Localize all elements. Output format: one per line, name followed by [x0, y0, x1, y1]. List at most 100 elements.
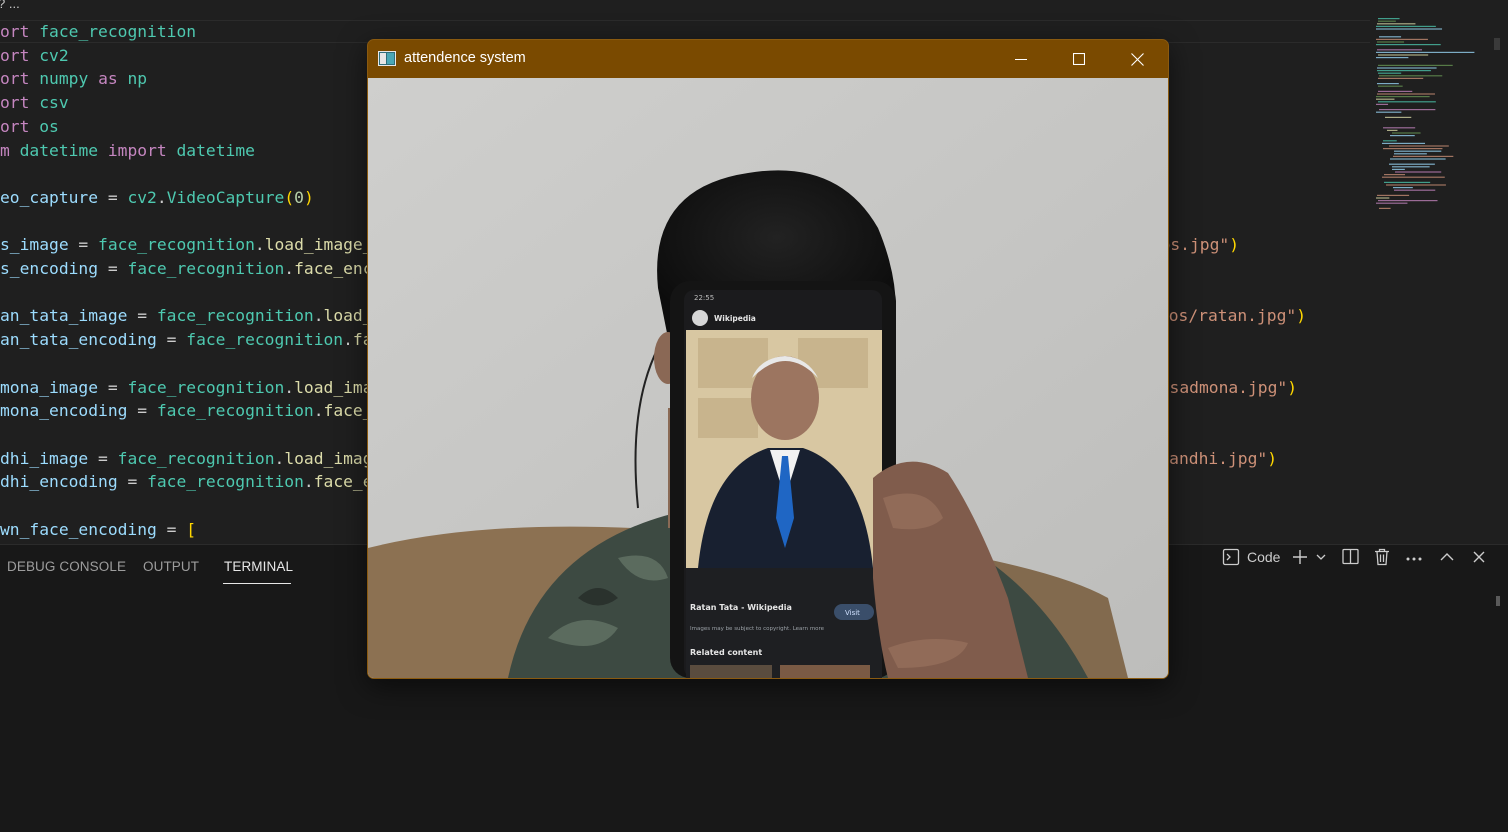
attendance-window[interactable]: attendence system 22:55 Wikipedia Ratan … [367, 39, 1169, 679]
app-icon [378, 51, 396, 66]
code-token: m [0, 140, 10, 160]
terminal-scroll-thumb[interactable] [1496, 596, 1500, 606]
code-token: an_tata_encoding [0, 330, 157, 350]
more-actions-icon[interactable] [1405, 545, 1423, 569]
window-titlebar[interactable]: attendence system [368, 40, 1168, 78]
code-token: . [254, 235, 265, 255]
minimize-button[interactable] [992, 40, 1050, 78]
terminal-profile-label[interactable]: Code [1247, 545, 1280, 569]
code-line[interactable]: ort face_recognition [0, 20, 196, 43]
svg-text:Images may be subject to copyr: Images may be subject to copyright. Lear… [690, 626, 825, 632]
code-token: datetime [176, 140, 255, 160]
code-token: [ [186, 519, 197, 539]
code-line-tail[interactable]: gandhi.jpg") [1159, 447, 1277, 470]
code-token: csv [39, 93, 69, 113]
code-token: ( [284, 187, 295, 207]
code-line-tail[interactable]: os.jpg") [1161, 233, 1239, 256]
code-token: . [284, 259, 295, 278]
code-token: face_recognition [127, 377, 285, 397]
code-token: face_recognition [156, 306, 314, 326]
code-line[interactable]: an_tata_image = face_recognition.load_i [0, 304, 382, 327]
code-token: . [284, 377, 295, 397]
code-token: = [88, 448, 118, 468]
code-token: face_recognition [186, 330, 344, 350]
code-token: as [98, 69, 118, 89]
code-token: np [127, 69, 148, 89]
code-line[interactable]: mona_encoding = face_recognition.face_e [0, 399, 382, 422]
code-line[interactable]: m datetime import datetime [0, 139, 255, 162]
close-button[interactable] [1108, 40, 1166, 78]
trash-icon[interactable] [1374, 545, 1390, 569]
code-token: datetime [19, 140, 99, 160]
code-line[interactable]: ort csv [0, 91, 69, 114]
code-line[interactable]: eo_capture = cv2.VideoCapture(0) [0, 186, 314, 209]
code-token: load_image_f [264, 235, 383, 255]
editor-scroll-thumb[interactable] [1494, 38, 1500, 50]
close-panel-icon[interactable] [1472, 545, 1486, 569]
camera-feed-image: 22:55 Wikipedia Ratan Tata - Wikipedia I… [368, 78, 1168, 678]
code-token: ort [0, 22, 30, 41]
code-line[interactable]: ort os [0, 115, 59, 138]
code-token: = [117, 472, 148, 492]
code-line[interactable]: s_image = face_recognition.load_image_f [0, 233, 382, 256]
code-line[interactable]: an_tata_encoding = face_recognition.fac [0, 328, 382, 351]
terminal-profile-icon[interactable] [1222, 545, 1240, 569]
editor-scrollbar[interactable] [1494, 20, 1508, 544]
code-token: ort [0, 45, 30, 65]
close-icon [1130, 52, 1144, 66]
code-token: face_recognition [127, 259, 285, 278]
chevron-down-icon[interactable] [1315, 545, 1327, 569]
code-token: face_recognition [117, 448, 275, 468]
code-token: cv2 [39, 45, 69, 65]
code-token: ort [0, 93, 30, 113]
maximize-panel-icon[interactable] [1439, 545, 1455, 569]
new-terminal-icon[interactable] [1292, 545, 1308, 569]
code-token: s_encoding [0, 259, 99, 278]
svg-text:Ratan Tata - Wikipedia: Ratan Tata - Wikipedia [690, 603, 792, 612]
code-token: dhi_image [0, 448, 89, 468]
svg-text:Wikipedia: Wikipedia [714, 314, 756, 323]
code-token: = [127, 401, 157, 421]
code-token: os.jpg" [1160, 235, 1230, 255]
code-token: tos/ratan.jpg" [1158, 306, 1297, 326]
code-token: . [303, 472, 314, 492]
code-line[interactable]: dhi_image = face_recognition.load_image [0, 447, 382, 470]
code-line[interactable]: dhi_encoding = face_recognition.face_en [0, 470, 382, 493]
code-line[interactable]: wn_face_encoding = [ [0, 518, 196, 541]
code-token: ) [1229, 235, 1239, 255]
tab-debug-console[interactable]: DEBUG CONSOLE [7, 559, 126, 574]
code-line-tail[interactable]: 'sadmona.jpg") [1160, 376, 1297, 399]
minimize-icon [1015, 58, 1027, 61]
svg-text:Related content: Related content [690, 648, 762, 657]
tab-output[interactable]: OUTPUT [143, 559, 199, 574]
code-token: . [343, 330, 353, 350]
breadcrumb-text: ⁠? ... [0, 0, 20, 11]
code-token: ) [303, 187, 314, 207]
active-tab-indicator [223, 583, 291, 584]
code-line[interactable]: mona_image = face_recognition.load_imag [0, 376, 382, 399]
code-token: gandhi.jpg" [1159, 448, 1268, 468]
split-terminal-icon[interactable] [1342, 545, 1359, 569]
code-token: . [156, 187, 167, 207]
code-line[interactable]: s_encoding = face_recognition.face_enc [0, 257, 373, 280]
maximize-icon [1073, 53, 1085, 65]
tab-terminal[interactable]: TERMINAL [224, 559, 293, 574]
code-token: = [98, 259, 128, 278]
maximize-button[interactable] [1050, 40, 1108, 78]
minimap[interactable] [1376, 14, 1494, 214]
breadcrumb[interactable]: ⁠? ... [0, 0, 1508, 20]
code-line[interactable]: ort cv2 [0, 44, 69, 67]
code-line-tail[interactable]: tos/ratan.jpg") [1159, 304, 1306, 327]
code-line[interactable]: ort numpy as np [0, 67, 147, 90]
window-title: attendence system [404, 50, 526, 66]
code-token: an_tata_image [0, 306, 128, 326]
code-token: face_recognition [39, 22, 197, 41]
